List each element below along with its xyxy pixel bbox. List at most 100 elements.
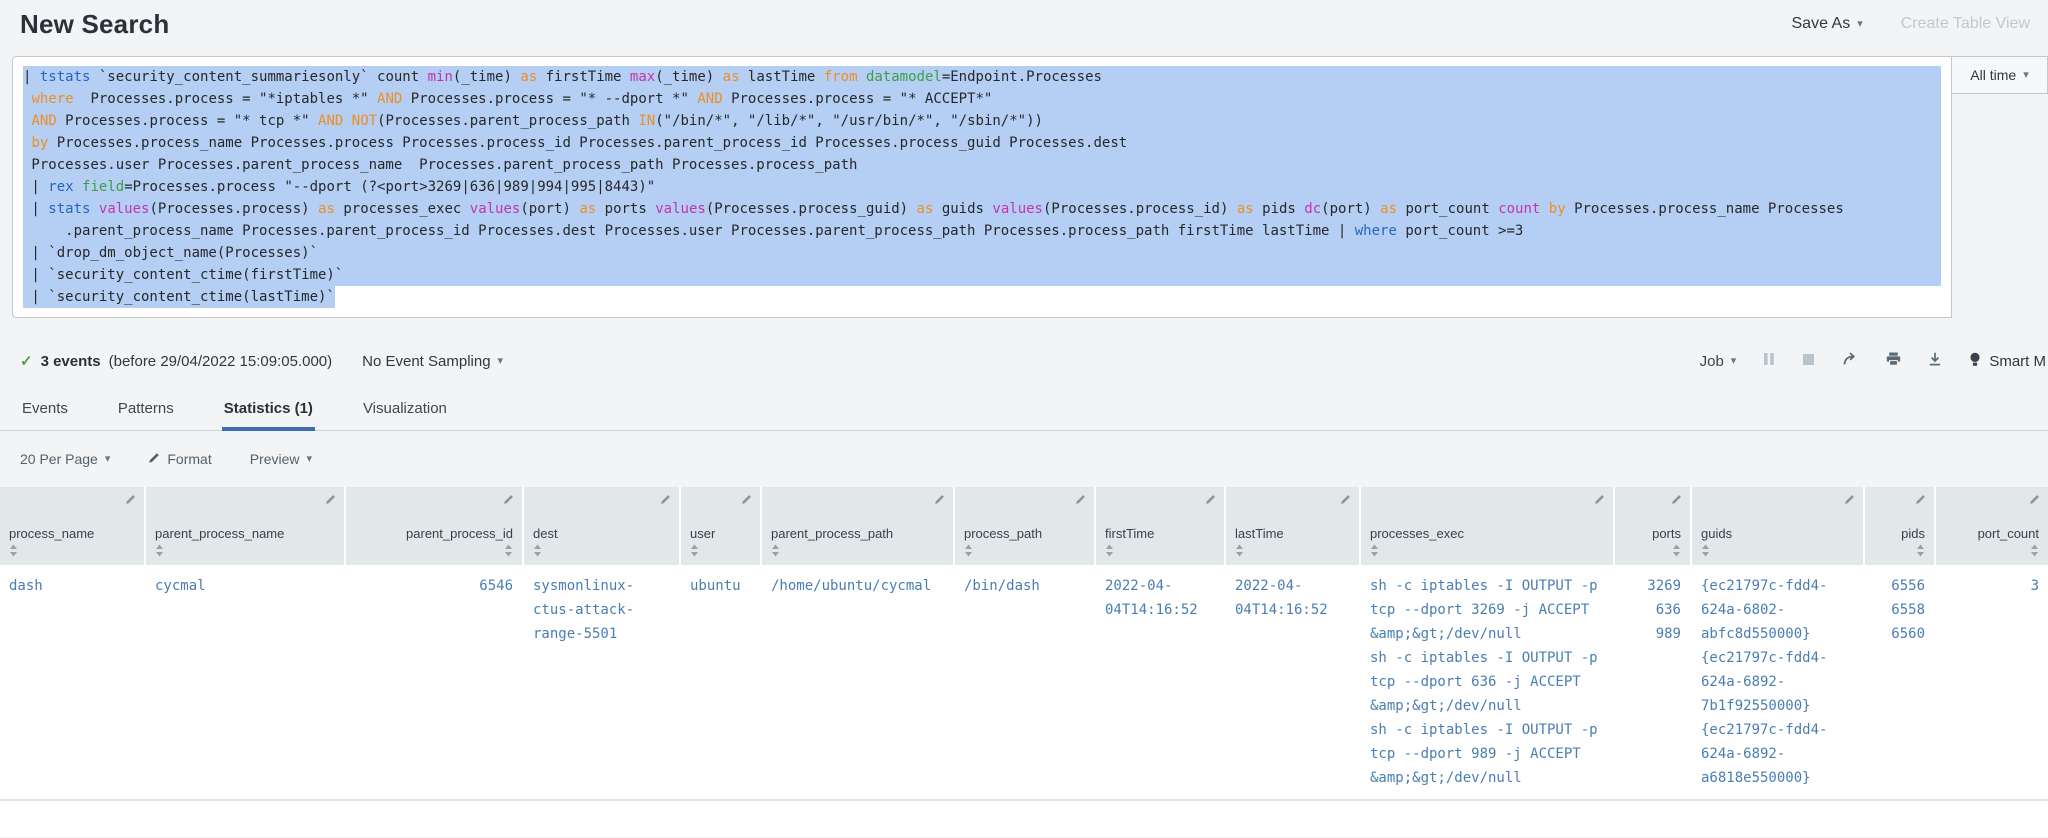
query-line: AND Processes.process = "* tcp *" AND NO… xyxy=(23,110,1941,132)
column-header-firstTime[interactable]: firstTime xyxy=(1096,487,1224,565)
cell-value-link[interactable]: 2022-04-04T14:16:52 xyxy=(1235,574,1350,622)
sort-icon[interactable] xyxy=(1701,544,1854,557)
edit-column-icon[interactable] xyxy=(503,494,514,505)
column-header-user[interactable]: user xyxy=(681,487,760,565)
cell-value-link[interactable]: 6558 xyxy=(1874,598,1925,622)
column-header-parent_process_path[interactable]: parent_process_path xyxy=(762,487,953,565)
cell-value-link[interactable]: 3269 xyxy=(1624,574,1681,598)
search-input[interactable]: | tstats `security_content_summariesonly… xyxy=(12,56,1952,318)
sort-icon[interactable] xyxy=(533,544,670,557)
edit-column-icon[interactable] xyxy=(1205,494,1216,505)
stop-icon xyxy=(1802,353,1815,370)
edit-column-icon[interactable] xyxy=(1915,494,1926,505)
cell-process_path: /bin/dash xyxy=(955,565,1094,799)
chevron-down-icon: ▾ xyxy=(105,454,111,465)
cell-parent_process_name: cycmal xyxy=(146,565,344,799)
create-table-view-button[interactable]: Create Table View xyxy=(1901,15,2030,33)
event-sampling-dropdown[interactable]: No Event Sampling ▾ xyxy=(362,353,503,370)
search-mode-button[interactable]: Smart M xyxy=(1969,352,2046,371)
cell-value-link[interactable]: 2022-04-04T14:16:52 xyxy=(1105,574,1215,622)
cell-value-link[interactable]: 3 xyxy=(1945,574,2039,598)
format-pencil-icon xyxy=(148,451,160,467)
cell-value-link[interactable]: {ec21797c-fdd4-624a-6892-a6818e550000} xyxy=(1701,718,1854,790)
save-as-label: Save As xyxy=(1792,15,1851,33)
cell-ports: 3269636989 xyxy=(1615,565,1690,799)
edit-column-icon[interactable] xyxy=(1075,494,1086,505)
preview-dropdown[interactable]: Preview ▾ xyxy=(250,451,312,467)
sort-icon[interactable] xyxy=(2030,544,2039,557)
column-header-port_count[interactable]: port_count xyxy=(1936,487,2048,565)
cell-value-link[interactable]: /bin/dash xyxy=(964,574,1085,598)
sort-icon[interactable] xyxy=(1370,544,1604,557)
cell-value-link[interactable]: 989 xyxy=(1624,622,1681,646)
column-label: processes_exec xyxy=(1370,526,1604,541)
edit-column-icon[interactable] xyxy=(1844,494,1855,505)
tab-statistics[interactable]: Statistics (1) xyxy=(222,394,315,431)
sort-icon[interactable] xyxy=(964,544,1085,557)
print-button[interactable] xyxy=(1886,352,1901,370)
sort-icon[interactable] xyxy=(1672,544,1681,557)
edit-column-icon[interactable] xyxy=(2029,494,2040,505)
sort-icon[interactable] xyxy=(1916,544,1925,557)
edit-column-icon[interactable] xyxy=(934,494,945,505)
job-menu-button[interactable]: Job ▾ xyxy=(1700,353,1737,370)
sort-icon[interactable] xyxy=(504,544,513,557)
stop-button[interactable] xyxy=(1802,353,1815,370)
cell-value-link[interactable]: /home/ubuntu/cycmal xyxy=(771,574,944,598)
pause-button[interactable] xyxy=(1763,352,1775,370)
cell-value-link[interactable]: sh -c iptables -I OUTPUT -p tcp --dport … xyxy=(1370,646,1604,718)
chevron-down-icon: ▾ xyxy=(1857,19,1863,30)
cell-value-link[interactable]: 6546 xyxy=(355,574,513,598)
cell-value-link[interactable]: 6556 xyxy=(1874,574,1925,598)
column-header-process_path[interactable]: process_path xyxy=(955,487,1094,565)
cell-value-link[interactable]: {ec21797c-fdd4-624a-6892-7b1f92550000} xyxy=(1701,646,1854,718)
sort-icon[interactable] xyxy=(1105,544,1215,557)
time-range-picker[interactable]: All time ▾ xyxy=(1952,56,2048,94)
query-line: | `drop_dm_object_name(Processes)` xyxy=(23,242,1941,264)
column-header-pids[interactable]: pids xyxy=(1865,487,1934,565)
edit-column-icon[interactable] xyxy=(125,494,136,505)
time-range-label: All time xyxy=(1970,67,2016,83)
column-header-processes_exec[interactable]: processes_exec xyxy=(1361,487,1613,565)
column-header-parent_process_id[interactable]: parent_process_id xyxy=(346,487,522,565)
column-header-lastTime[interactable]: lastTime xyxy=(1226,487,1359,565)
save-as-button[interactable]: Save As ▾ xyxy=(1792,15,1863,33)
cell-value-link[interactable]: 6560 xyxy=(1874,622,1925,646)
column-header-dest[interactable]: dest xyxy=(524,487,679,565)
cell-value-link[interactable]: ubuntu xyxy=(690,574,751,598)
edit-column-icon[interactable] xyxy=(660,494,671,505)
cell-value-link[interactable]: dash xyxy=(9,574,135,598)
table-row: dash cycmal 6546 sysmonlinux-ctus-attack-ra… xyxy=(0,565,2048,801)
tab-patterns[interactable]: Patterns xyxy=(116,394,176,430)
cell-value-link[interactable]: {ec21797c-fdd4-624a-6802-abfc8d550000} xyxy=(1701,574,1854,646)
column-label: parent_process_id xyxy=(406,526,513,541)
format-button[interactable]: Format xyxy=(148,451,211,467)
cell-value-link[interactable]: 636 xyxy=(1624,598,1681,622)
cell-value-link[interactable]: cycmal xyxy=(155,574,335,598)
tab-events[interactable]: Events xyxy=(20,394,70,430)
cell-value-link[interactable]: sysmonlinux-ctus-attack-range-5501 xyxy=(533,574,670,646)
export-button[interactable] xyxy=(1928,352,1942,370)
sort-icon[interactable] xyxy=(771,544,944,557)
sort-icon[interactable] xyxy=(690,544,751,557)
cell-value-link[interactable]: sh -c iptables -I OUTPUT -p tcp --dport … xyxy=(1370,718,1604,790)
edit-column-icon[interactable] xyxy=(325,494,336,505)
check-icon: ✓ xyxy=(20,352,33,370)
column-header-ports[interactable]: ports xyxy=(1615,487,1690,565)
per-page-dropdown[interactable]: 20 Per Page ▾ xyxy=(20,451,110,467)
column-header-parent_process_name[interactable]: parent_process_name xyxy=(146,487,344,565)
edit-column-icon[interactable] xyxy=(741,494,752,505)
cell-value-link[interactable]: sh -c iptables -I OUTPUT -p tcp --dport … xyxy=(1370,574,1604,646)
edit-column-icon[interactable] xyxy=(1340,494,1351,505)
event-sampling-label: No Event Sampling xyxy=(362,353,490,370)
edit-column-icon[interactable] xyxy=(1594,494,1605,505)
sort-icon[interactable] xyxy=(1235,544,1350,557)
column-header-process_name[interactable]: process_name xyxy=(0,487,144,565)
edit-column-icon[interactable] xyxy=(1671,494,1682,505)
sort-icon[interactable] xyxy=(155,544,335,557)
tab-visualization[interactable]: Visualization xyxy=(361,394,449,430)
share-button[interactable] xyxy=(1842,352,1859,370)
column-header-guids[interactable]: guids xyxy=(1692,487,1863,565)
sort-icon[interactable] xyxy=(9,544,135,557)
query-line: .parent_process_name Processes.parent_pr… xyxy=(23,220,1941,242)
